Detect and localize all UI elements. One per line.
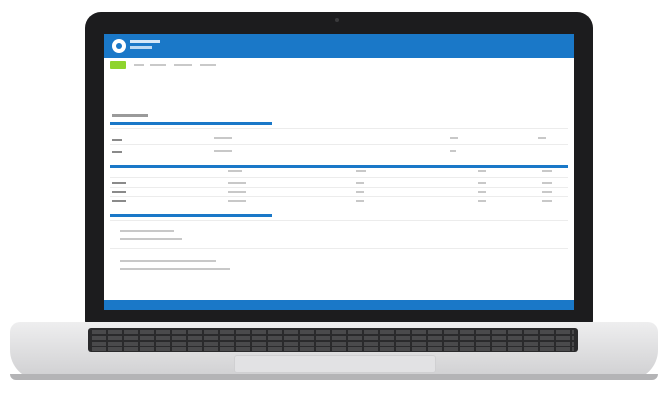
column-header	[478, 170, 486, 172]
section-header-1	[110, 122, 272, 125]
list-item-text	[120, 260, 216, 262]
keyboard	[88, 328, 578, 352]
table-cell	[542, 182, 552, 184]
table-cell	[228, 182, 246, 184]
toolbar-link-2[interactable]	[150, 64, 166, 66]
section-header-2	[110, 165, 568, 168]
table-cell	[542, 200, 552, 202]
app-brand-subtext	[130, 46, 152, 49]
laptop-lid	[85, 12, 593, 325]
app-footer	[104, 300, 574, 310]
webcam-icon	[335, 18, 339, 22]
table-cell	[214, 150, 232, 152]
app-logo-icon	[112, 39, 126, 53]
table-cell	[112, 182, 126, 184]
table-row	[110, 144, 568, 145]
page-title	[112, 114, 148, 117]
toolbar-link-4[interactable]	[200, 64, 216, 66]
table-cell	[478, 182, 486, 184]
keyboard-row	[92, 342, 574, 346]
primary-action-button[interactable]	[110, 61, 126, 69]
table-cell	[478, 200, 486, 202]
laptop-base	[10, 322, 658, 380]
list-item	[110, 248, 568, 249]
table-cell	[228, 191, 246, 193]
table-cell	[214, 137, 232, 139]
table-row	[110, 177, 568, 178]
table-cell	[542, 191, 552, 193]
table-cell	[450, 137, 458, 139]
list-item	[110, 220, 568, 221]
table-row	[110, 196, 568, 197]
keyboard-row	[92, 330, 574, 334]
table-cell	[356, 191, 364, 193]
keyboard-row	[92, 347, 574, 351]
table-cell	[450, 150, 456, 152]
table-row	[110, 128, 568, 129]
table-cell	[112, 191, 126, 193]
column-header	[542, 170, 552, 172]
app-brand-text	[130, 40, 160, 43]
laptop-screen	[104, 34, 574, 310]
list-item-text	[120, 268, 230, 270]
table-cell	[112, 139, 122, 141]
section-header-3	[110, 214, 272, 217]
list-item-text	[120, 230, 174, 232]
keyboard-row	[92, 336, 574, 340]
table-cell	[356, 182, 364, 184]
table-cell	[112, 200, 126, 202]
laptop-front-edge	[10, 374, 658, 380]
list-item-text	[120, 238, 182, 240]
table-cell	[478, 191, 486, 193]
trackpad	[234, 355, 436, 373]
table-row	[110, 187, 568, 188]
toolbar	[110, 61, 570, 71]
column-header	[356, 170, 366, 172]
column-header	[228, 170, 242, 172]
table-cell	[356, 200, 364, 202]
table-cell	[112, 151, 122, 153]
table-cell	[538, 137, 546, 139]
table-cell	[228, 200, 246, 202]
toolbar-link-1[interactable]	[134, 64, 144, 66]
app-header	[104, 34, 574, 58]
toolbar-link-3[interactable]	[174, 64, 192, 66]
